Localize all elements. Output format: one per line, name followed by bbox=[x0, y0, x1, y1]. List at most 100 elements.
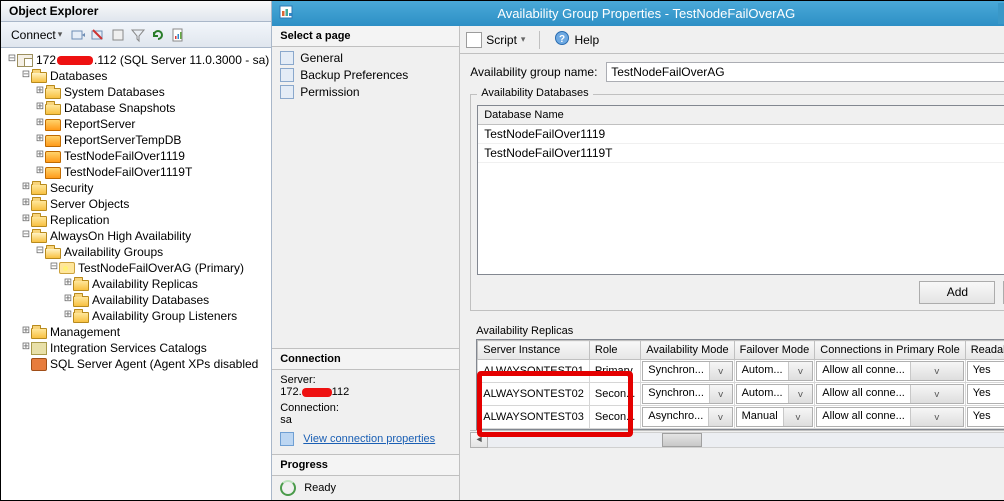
database-icon bbox=[45, 151, 61, 163]
agent-node[interactable]: ⊞SQL Server Agent (Agent XPs disabled bbox=[3, 356, 269, 372]
cell-server-instance: ALWAYSONTEST01 bbox=[478, 362, 589, 380]
filter-icon[interactable] bbox=[130, 27, 146, 43]
view-connection-properties-link[interactable]: View connection properties bbox=[303, 433, 435, 445]
col-server-instance[interactable]: Server Instance bbox=[478, 341, 590, 360]
server-objects-node[interactable]: ⊞Server Objects bbox=[3, 196, 269, 212]
availability-mode-combo[interactable]: Synchron...v bbox=[642, 384, 732, 404]
replication-node[interactable]: ⊞Replication bbox=[3, 212, 269, 228]
connections-primary-combo[interactable]: Allow all conne...v bbox=[816, 384, 963, 404]
report-icon[interactable] bbox=[170, 27, 186, 43]
script-button[interactable]: Script▾ bbox=[466, 32, 525, 48]
object-explorer-tree[interactable]: ⊟172.112 (SQL Server 11.0.3000 - sa) ⊟Da… bbox=[1, 48, 271, 500]
connect-icon[interactable] bbox=[70, 27, 86, 43]
availability-replicas-group: Availability Replicas Server Instance Ro… bbox=[470, 315, 1004, 430]
folder-icon bbox=[31, 328, 47, 339]
availability-databases-group: Availability Databases Database Name Tes… bbox=[470, 94, 1004, 311]
connect-dropdown[interactable]: Connect ▾ bbox=[7, 28, 66, 42]
ag-name-label: Availability group name: bbox=[470, 65, 598, 79]
failover-mode-combo[interactable]: Manualv bbox=[736, 407, 814, 427]
progress-state: Ready bbox=[304, 482, 336, 494]
readable-secondary-combo[interactable]: Yesv bbox=[967, 407, 1004, 427]
connections-primary-combo[interactable]: Allow all conne...v bbox=[816, 407, 963, 427]
database-item[interactable]: TestNodeFailOver1119T bbox=[478, 144, 1004, 163]
folder-icon bbox=[73, 296, 89, 307]
server-label: Server: bbox=[280, 374, 451, 386]
server-icon bbox=[17, 54, 33, 67]
ag-name-input[interactable] bbox=[606, 62, 1004, 82]
refresh-icon[interactable] bbox=[150, 27, 166, 43]
scroll-thumb[interactable] bbox=[662, 433, 702, 447]
db2-node[interactable]: ⊞TestNodeFailOver1119T bbox=[3, 164, 269, 180]
connect-label: Connect bbox=[11, 28, 56, 42]
connection-header: Connection bbox=[272, 349, 459, 370]
disconnect-icon[interactable] bbox=[90, 27, 106, 43]
database-item[interactable]: TestNodeFailOver1119 bbox=[478, 125, 1004, 144]
dialog-left-pane: Select a page General Backup Preferences… bbox=[272, 26, 460, 500]
scroll-left-button[interactable]: ◄ bbox=[470, 432, 488, 448]
minimize-button[interactable]: ─ bbox=[998, 3, 1004, 24]
page-permission[interactable]: Permission bbox=[272, 83, 459, 100]
page-general[interactable]: General bbox=[272, 49, 459, 66]
ag-databases-node[interactable]: ⊞Availability Databases bbox=[3, 292, 269, 308]
failover-mode-combo[interactable]: Autom...v bbox=[736, 361, 814, 381]
availability-mode-combo[interactable]: Asynchro...v bbox=[642, 407, 732, 427]
database-list[interactable]: Database Name TestNodeFailOver1119 TestN… bbox=[477, 105, 1004, 275]
connection-value: sa bbox=[280, 414, 451, 426]
app-icon bbox=[278, 4, 294, 23]
col-role[interactable]: Role bbox=[589, 341, 640, 360]
db-snapshots-node[interactable]: ⊞Database Snapshots bbox=[3, 100, 269, 116]
failover-mode-combo[interactable]: Autom...v bbox=[736, 384, 814, 404]
chevron-down-icon: v bbox=[708, 408, 731, 426]
col-connections-primary[interactable]: Connections in Primary Role bbox=[815, 341, 965, 360]
ag-replicas-node[interactable]: ⊞Availability Replicas bbox=[3, 276, 269, 292]
databases-node[interactable]: ⊟Databases bbox=[3, 68, 269, 84]
replica-row[interactable]: ALWAYSONTEST03Secon...Asynchro...vManual… bbox=[478, 406, 1004, 429]
col-availability-mode[interactable]: Availability Mode bbox=[641, 341, 734, 360]
window-title-bar[interactable]: Availability Group Properties - TestNode… bbox=[272, 1, 1004, 26]
scroll-track[interactable] bbox=[488, 432, 1004, 448]
chevron-down-icon: ▾ bbox=[521, 34, 526, 45]
db1-node[interactable]: ⊞TestNodeFailOver1119 bbox=[3, 148, 269, 164]
connection-icon bbox=[280, 432, 294, 446]
cell-server-instance: ALWAYSONTEST03 bbox=[478, 408, 589, 426]
ag-listeners-node[interactable]: ⊞Availability Group Listeners bbox=[3, 308, 269, 324]
readable-secondary-combo[interactable]: Yesv bbox=[967, 384, 1004, 404]
command-bar: Script▾ ?Help bbox=[460, 26, 1004, 54]
replica-row[interactable]: ALWAYSONTEST01PrimarySynchron...vAutom..… bbox=[478, 360, 1004, 383]
chevron-down-icon: v bbox=[910, 408, 963, 426]
system-databases-node[interactable]: ⊞System Databases bbox=[3, 84, 269, 100]
connections-primary-combo[interactable]: Allow all conne...v bbox=[816, 361, 963, 381]
horizontal-scrollbar[interactable]: ◄ ► bbox=[470, 430, 1004, 448]
replica-row[interactable]: ALWAYSONTEST02Secon...Synchron...vAutom.… bbox=[478, 383, 1004, 406]
chevron-down-icon: v bbox=[910, 385, 963, 403]
server-node[interactable]: ⊟172.112 (SQL Server 11.0.3000 - sa) bbox=[3, 52, 269, 68]
folder-icon bbox=[31, 184, 47, 195]
redacted-ip-icon bbox=[57, 56, 93, 65]
alwayson-node[interactable]: ⊟AlwaysOn High Availability bbox=[3, 228, 269, 244]
separator bbox=[539, 31, 540, 49]
ssis-node[interactable]: ⊞Integration Services Catalogs bbox=[3, 340, 269, 356]
readable-secondary-combo[interactable]: Yesv bbox=[967, 361, 1004, 381]
server-value: 172.112 bbox=[280, 386, 451, 398]
management-node[interactable]: ⊞Management bbox=[3, 324, 269, 340]
col-failover-mode[interactable]: Failover Mode bbox=[734, 341, 815, 360]
replicas-table: Server Instance Role Availability Mode F… bbox=[477, 340, 1004, 429]
server-ip-start: 172 bbox=[36, 52, 56, 68]
ag-instance-node[interactable]: ⊟TestNodeFailOverAG (Primary) bbox=[3, 260, 269, 276]
report-server-temp-db-node[interactable]: ⊞ReportServerTempDB bbox=[3, 132, 269, 148]
col-readable-secondary[interactable]: Readable Secondary bbox=[965, 341, 1004, 360]
folder-icon bbox=[31, 200, 47, 211]
ag-groups-node[interactable]: ⊟Availability Groups bbox=[3, 244, 269, 260]
page-icon bbox=[280, 68, 294, 82]
availability-mode-combo[interactable]: Synchron...v bbox=[642, 361, 732, 381]
object-explorer-panel: Object Explorer Connect ▾ ⊟172.112 (SQL … bbox=[1, 1, 272, 500]
help-button[interactable]: ?Help bbox=[554, 30, 599, 49]
availability-group-icon bbox=[59, 262, 75, 274]
ag-properties-window: Availability Group Properties - TestNode… bbox=[272, 1, 1004, 500]
security-node[interactable]: ⊞Security bbox=[3, 180, 269, 196]
add-button[interactable]: Add bbox=[919, 281, 995, 304]
stop-icon[interactable] bbox=[110, 27, 126, 43]
chevron-down-icon: v bbox=[709, 362, 732, 380]
report-server-db-node[interactable]: ⊞ReportServer bbox=[3, 116, 269, 132]
page-backup-prefs[interactable]: Backup Preferences bbox=[272, 66, 459, 83]
